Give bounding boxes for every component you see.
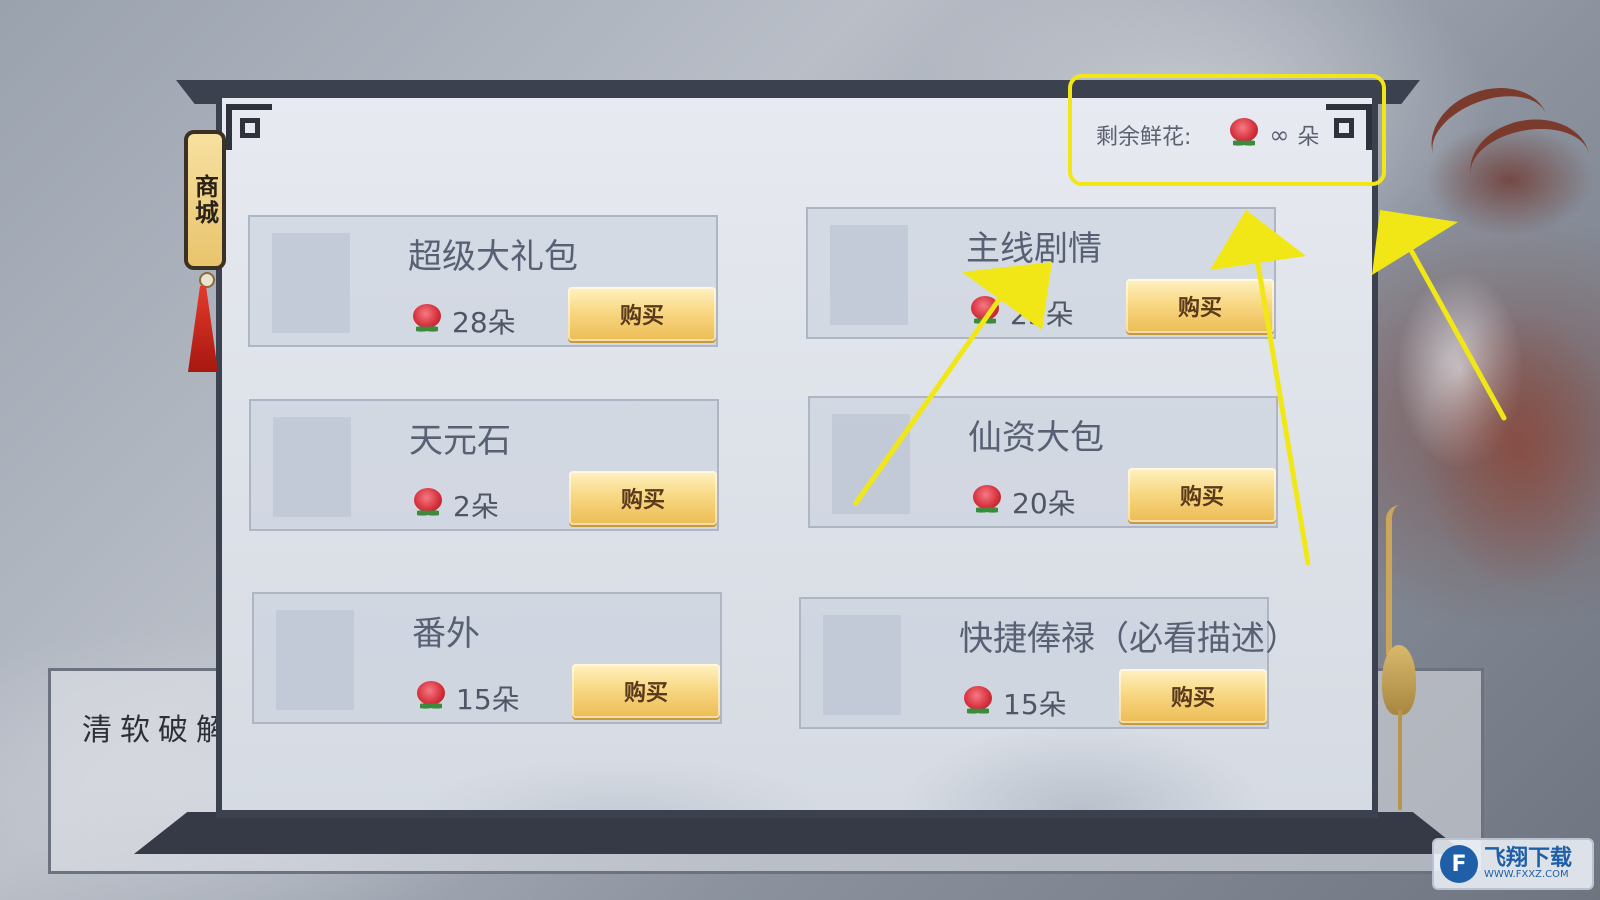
watermark-logo-icon: F [1440,845,1478,883]
arrow-to-main-story [853,295,1003,506]
arrow-head [1210,210,1306,270]
arrow-to-remaining-left [1253,249,1311,566]
arrow-head [962,262,1052,330]
arrow-head [1372,210,1458,275]
watermark-url: WWW.FXXZ.COM [1484,869,1569,881]
annotation-arrows [853,210,1507,566]
watermark-name: 飞翔下载 [1484,846,1573,872]
site-watermark: F 飞翔下载 WWW.FXXZ.COM [1432,838,1594,890]
arrow-to-remaining-right [1409,249,1507,421]
